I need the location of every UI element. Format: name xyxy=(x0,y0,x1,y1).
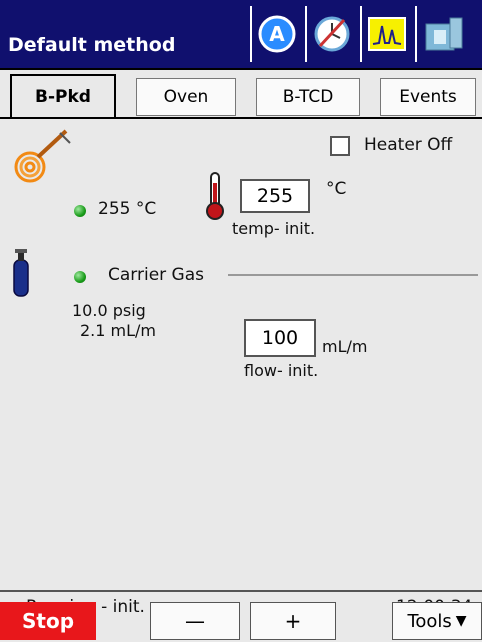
thermometer-icon xyxy=(203,169,227,225)
flow-actual: 2.1 mL/m xyxy=(80,321,157,340)
column-heater-icon xyxy=(8,127,74,191)
flow-unit: mL/m xyxy=(322,337,368,356)
temp-actual: 255 °C xyxy=(98,199,157,219)
temp-init-label: temp- init. xyxy=(232,219,316,238)
tab-events[interactable]: Events xyxy=(380,78,476,116)
svg-text:A: A xyxy=(269,22,285,46)
temp-status-dot xyxy=(74,205,86,217)
chromatogram-icon[interactable] xyxy=(360,6,412,62)
tab-b-pkd[interactable]: B-Pkd xyxy=(10,74,116,118)
temp-unit: °C xyxy=(326,179,347,199)
dropdown-arrow-icon: ▼ xyxy=(455,613,467,629)
carrier-gas-label: Carrier Gas xyxy=(108,265,204,285)
stop-button[interactable]: Stop xyxy=(0,602,96,640)
carrier-gas-divider xyxy=(228,274,478,276)
title-bar: Default method A xyxy=(0,0,482,70)
gas-cylinder-icon xyxy=(8,246,34,304)
tab-bar: B-Pkd Oven B-TCD Events xyxy=(0,70,482,120)
a-icon[interactable]: A xyxy=(250,6,302,62)
content-area: Heater Off 255 °C 255 °C temp- init. Car… xyxy=(0,119,482,589)
clock-settings-icon[interactable] xyxy=(305,6,357,62)
method-title: Default method xyxy=(8,34,176,56)
tools-label: Tools xyxy=(407,610,452,632)
tools-menu-button[interactable]: Tools ▼ xyxy=(392,602,482,640)
temp-init-input[interactable]: 255 xyxy=(240,179,310,213)
instrument-icon[interactable] xyxy=(415,6,467,62)
tab-oven[interactable]: Oven xyxy=(136,78,236,116)
heater-off-label: Heater Off xyxy=(364,135,453,155)
heater-off-checkbox[interactable] xyxy=(330,136,350,156)
increment-button[interactable]: + xyxy=(250,602,336,640)
carrier-gas-status-dot xyxy=(74,271,86,283)
flow-init-label: flow- init. xyxy=(244,361,319,380)
tab-b-tcd[interactable]: B-TCD xyxy=(256,78,360,116)
decrement-button[interactable]: — xyxy=(150,602,240,640)
pressure-value: 10.0 psig xyxy=(72,301,146,320)
flow-init-input[interactable]: 100 xyxy=(244,319,316,357)
